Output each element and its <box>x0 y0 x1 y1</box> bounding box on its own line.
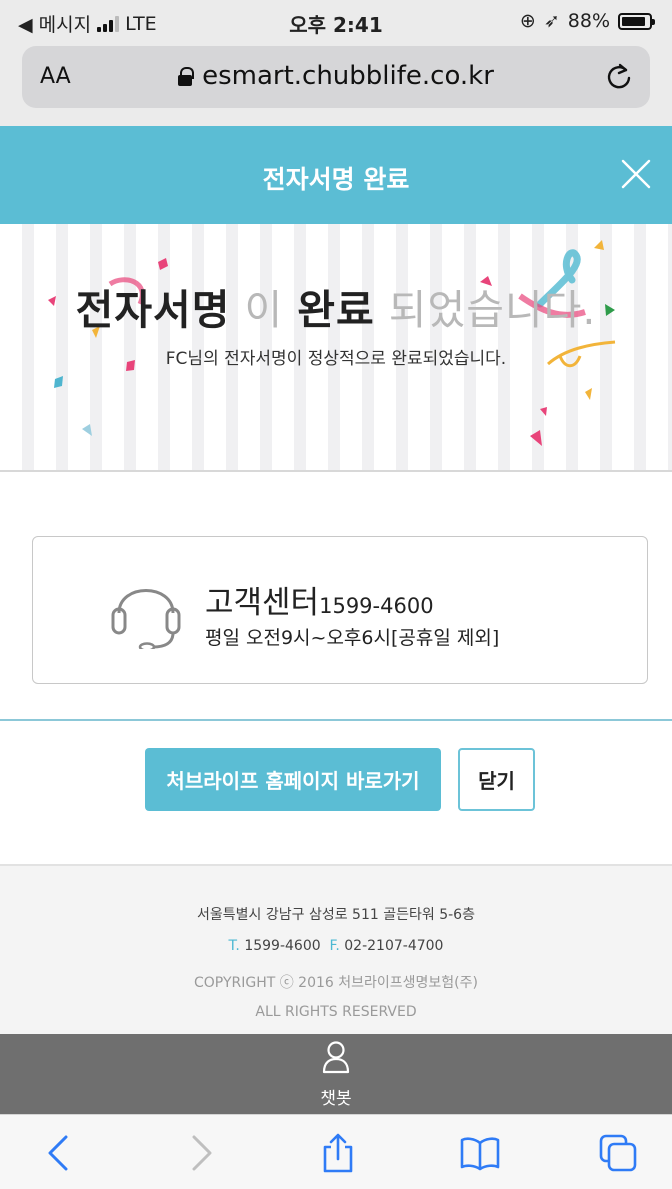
customer-center-label: 고객센터 <box>205 585 320 621</box>
battery-percent: 88% <box>567 10 610 32</box>
completion-subtext: FC님의 전자서명이 정상적으로 완료되었습니다. <box>165 349 507 369</box>
fax-label: F. <box>329 938 340 954</box>
browser-top: AA esmart.chubblife.co.kr <box>0 44 672 126</box>
customer-center-title: 고객센터1599-4600 <box>205 577 434 622</box>
customer-center-box: 고객센터1599-4600 평일 오전9시~오후6시[공휴일 제외] <box>32 536 648 684</box>
page-title: 전자서명 완료 <box>262 165 410 194</box>
back-icon[interactable] <box>40 1133 80 1173</box>
tel-label: T. <box>228 938 240 954</box>
fax-number: 02-2107-4700 <box>344 938 444 954</box>
tel-number[interactable]: 1599-4600 <box>244 938 320 954</box>
headline-part-1: 전자서명 <box>75 286 231 334</box>
chatbot-label: 챗봇 <box>320 1089 352 1109</box>
customer-center-phone[interactable]: 1599-4600 <box>319 594 433 618</box>
url-display[interactable]: esmart.chubblife.co.kr <box>22 61 650 91</box>
status-bar: ◀ 메시지 LTE 오후 2:41 ⊕ ➶ 88% <box>0 0 672 44</box>
footer-copyright: COPYRIGHT ⓒ 2016 처브라이프생명보험(주) <box>194 975 478 991</box>
url-text: esmart.chubblife.co.kr <box>202 61 494 91</box>
page-header: 전자서명 완료 <box>0 126 672 224</box>
address-bar[interactable]: AA esmart.chubblife.co.kr <box>22 46 650 108</box>
orientation-lock-icon: ⊕ <box>519 10 536 32</box>
tabs-icon[interactable] <box>598 1133 638 1173</box>
lock-icon <box>178 67 195 86</box>
battery-icon <box>618 12 655 30</box>
footer-rights: ALL RIGHTS RESERVED <box>255 1004 417 1020</box>
share-icon[interactable] <box>318 1133 358 1173</box>
location-icon: ➶ <box>543 10 560 32</box>
section-divider <box>0 719 672 721</box>
browser-toolbar <box>0 1114 672 1189</box>
headline-part-4: 되었습니다. <box>374 286 597 334</box>
completion-banner: 전자서명 이 완료 되었습니다. FC님의 전자서명이 정상적으로 완료되었습니… <box>0 224 672 472</box>
headline-part-3: 완료 <box>297 286 375 334</box>
footer: 서울특별시 강남구 삼성로 511 골든타워 5-6층 T. 1599-4600… <box>0 864 672 1034</box>
chatbot-button[interactable]: 챗봇 <box>0 1034 672 1114</box>
forward-icon[interactable] <box>180 1133 220 1173</box>
footer-address: 서울특별시 강남구 삼성로 511 골든타워 5-6층 <box>197 907 475 923</box>
close-button[interactable]: 닫기 <box>458 748 535 811</box>
reload-icon[interactable] <box>604 61 634 91</box>
footer-contact: T. 1599-4600 F. 02-2107-4700 <box>0 938 672 954</box>
close-icon[interactable] <box>620 158 652 190</box>
headset-icon <box>111 589 181 649</box>
bookmarks-icon[interactable] <box>460 1133 500 1173</box>
homepage-button[interactable]: 처브라이프 홈페이지 바로가기 <box>145 748 441 811</box>
customer-center-hours: 평일 오전9시~오후6시[공휴일 제외] <box>205 627 500 649</box>
headline-part-2: 이 <box>230 286 298 334</box>
status-right: ⊕ ➶ 88% <box>519 10 655 32</box>
completion-headline: 전자서명 이 완료 되었습니다. <box>0 276 672 336</box>
chatbot-user-icon <box>322 1041 350 1074</box>
